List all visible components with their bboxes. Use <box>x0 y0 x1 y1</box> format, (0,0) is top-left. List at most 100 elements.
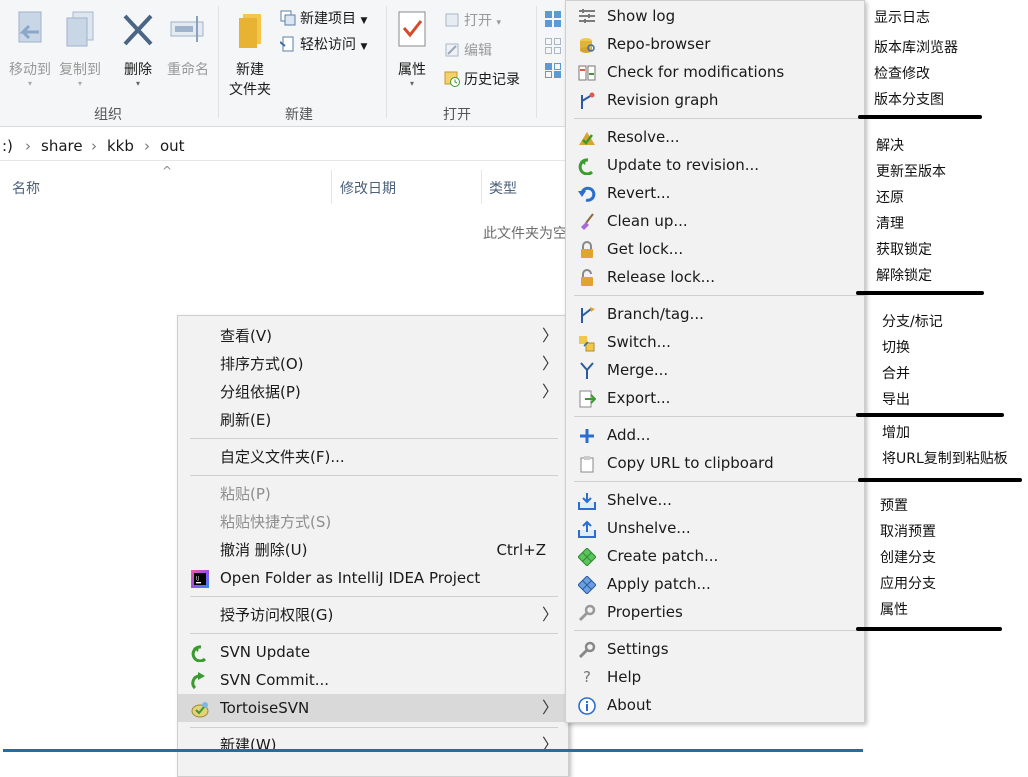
annotation-show-log: 显示日志 <box>874 10 930 26</box>
annotation-resolve: 解决 <box>876 138 904 154</box>
menu-item-merge[interactable]: Merge... <box>566 356 864 384</box>
menu-item-branch-tag[interactable]: Branch/tag... <box>566 300 864 328</box>
intellij-icon: IJ <box>191 569 209 588</box>
svn-commit-icon <box>191 671 209 690</box>
menu-item-open-intellij[interactable]: IJ Open Folder as IntelliJ IDEA Project <box>178 564 568 592</box>
delete-x-icon <box>123 14 153 46</box>
cleanup-broom-icon <box>578 212 596 230</box>
menu-item-add[interactable]: Add... <box>566 421 864 449</box>
menu-item-svn-update[interactable]: SVN Update <box>178 638 568 666</box>
chevron-down-icon: ▾ <box>496 18 501 28</box>
explorer-context-menu: 查看(V) 〉 排序方式(O) 〉 分组依据(P) 〉 刷新(E) 自定义文件夹(F)… <box>177 315 569 777</box>
repo-browser-icon <box>578 35 596 53</box>
chevron-down-icon: ▼ <box>360 42 368 52</box>
group-divider <box>536 6 537 118</box>
menu-separator <box>190 727 558 728</box>
menu-item-unshelve[interactable]: Unshelve... <box>566 514 864 542</box>
annotation-divider <box>856 291 984 295</box>
menu-separator <box>574 416 864 417</box>
menu-item-check-modifications[interactable]: Check for modifications <box>566 58 864 86</box>
rename-button[interactable]: 重命名 <box>163 10 213 80</box>
menu-item-revert[interactable]: Revert... <box>566 179 864 207</box>
annotation-check-mod: 检查修改 <box>874 66 930 82</box>
unshelve-icon <box>578 519 596 538</box>
menu-item-cleanup[interactable]: Clean up... <box>566 207 864 235</box>
menu-item-show-log[interactable]: Show log <box>566 2 864 30</box>
menu-item-resolve[interactable]: Resolve... <box>566 123 864 151</box>
chevron-right-icon: 〉 <box>541 326 558 345</box>
history-icon <box>444 71 460 87</box>
menu-item-undo-delete[interactable]: 撤消 删除(U) Ctrl+Z <box>178 536 568 564</box>
breadcrumb-share[interactable]: share <box>41 137 83 155</box>
menu-item-copy-url[interactable]: Copy URL to clipboard <box>566 449 864 477</box>
menu-item-paste-shortcut[interactable]: 粘贴快捷方式(S) <box>178 508 568 536</box>
lock-icon <box>578 240 596 258</box>
edit-button[interactable]: 编辑 <box>444 40 492 62</box>
menu-item-paste[interactable]: 粘贴(P) <box>178 480 568 508</box>
svg-text:IJ: IJ <box>196 576 199 582</box>
menu-item-switch[interactable]: Switch... <box>566 328 864 356</box>
menu-item-revision-graph[interactable]: Revision graph <box>566 86 864 114</box>
menu-item-help[interactable]: ? Help <box>566 663 864 691</box>
column-divider[interactable] <box>481 170 482 204</box>
menu-item-tortoisesvn[interactable]: TortoiseSVN 〉 <box>178 694 568 722</box>
menu-item-grant-access[interactable]: 授予访问权限(G) 〉 <box>178 601 568 629</box>
menu-item-view[interactable]: 查看(V) 〉 <box>178 322 568 350</box>
annotation-divider <box>858 478 1022 482</box>
new-item-button[interactable]: 新建项目 ▼ <box>280 8 367 30</box>
annotation-get-lock: 获取锁定 <box>876 242 932 258</box>
delete-button[interactable]: 删除 ▾ <box>118 10 158 88</box>
annotation-repo-browser: 版本库浏览器 <box>874 40 958 56</box>
empty-folder-message: 此文件夹为空 <box>483 226 567 242</box>
open-button[interactable]: 打开 ▾ <box>444 10 501 32</box>
history-button[interactable]: 历史记录 <box>444 69 520 91</box>
export-icon <box>578 389 597 408</box>
move-to-button[interactable]: 移动到 ▾ <box>6 10 54 88</box>
column-modified[interactable]: 修改日期 <box>340 178 396 198</box>
menu-item-properties[interactable]: Properties <box>566 598 864 626</box>
copy-to-button[interactable]: 复制到 ▾ <box>56 10 104 88</box>
menu-item-about[interactable]: About <box>566 691 864 719</box>
menu-separator <box>190 438 558 439</box>
menu-item-create-patch[interactable]: Create patch... <box>566 542 864 570</box>
menu-item-shelve[interactable]: Shelve... <box>566 486 864 514</box>
new-item-icon <box>280 10 296 26</box>
chevron-right-icon: › <box>91 137 97 155</box>
check-modifications-icon <box>578 63 596 81</box>
new-folder-button[interactable]: 新建 文件夹 <box>224 10 276 100</box>
easy-access-button[interactable]: 轻松访问 ▼ <box>279 34 368 56</box>
menu-item-new[interactable]: 新建(W) 〉 <box>178 731 568 759</box>
annotation-unshelve: 取消预置 <box>880 524 936 540</box>
menu-item-sort-by[interactable]: 排序方式(O) 〉 <box>178 350 568 378</box>
menu-item-get-lock[interactable]: Get lock... <box>566 235 864 263</box>
menu-item-update-to-revision[interactable]: Update to revision... <box>566 151 864 179</box>
update-revision-icon <box>578 156 596 176</box>
menu-item-refresh[interactable]: 刷新(E) <box>178 406 568 434</box>
menu-item-repo-browser[interactable]: Repo-browser <box>566 30 864 58</box>
chevron-right-icon: › <box>25 137 31 155</box>
column-divider[interactable] <box>331 170 332 204</box>
breadcrumb-drive[interactable]: :) <box>2 137 13 155</box>
menu-item-settings[interactable]: Settings <box>566 635 864 663</box>
group-label-open: 打开 <box>443 107 471 123</box>
breadcrumb-kkb[interactable]: kkb <box>107 137 134 155</box>
revert-icon <box>578 184 596 202</box>
column-name[interactable]: 名称 <box>12 178 40 198</box>
annotation-add: 增加 <box>882 425 910 441</box>
menu-item-group-by[interactable]: 分组依据(P) 〉 <box>178 378 568 406</box>
properties-button[interactable]: 属性 ▾ <box>392 10 432 88</box>
annotation-revert: 还原 <box>876 190 904 206</box>
menu-item-release-lock[interactable]: Release lock... <box>566 263 864 291</box>
unlock-icon <box>578 268 596 286</box>
column-type[interactable]: 类型 <box>489 178 517 198</box>
select-icons[interactable] <box>544 10 562 84</box>
menu-item-apply-patch[interactable]: Apply patch... <box>566 570 864 598</box>
menu-item-export[interactable]: Export... <box>566 384 864 412</box>
annotation-apply-patch: 应用分支 <box>880 576 936 592</box>
menu-item-customize-folder[interactable]: 自定义文件夹(F)... <box>178 443 568 471</box>
address-bar[interactable]: :) › share › kkb › out <box>0 132 566 161</box>
breadcrumb-out[interactable]: out <box>160 137 185 155</box>
menu-separator <box>190 596 558 597</box>
menu-item-svn-commit[interactable]: SVN Commit... <box>178 666 568 694</box>
annotation-properties: 属性 <box>880 602 908 618</box>
